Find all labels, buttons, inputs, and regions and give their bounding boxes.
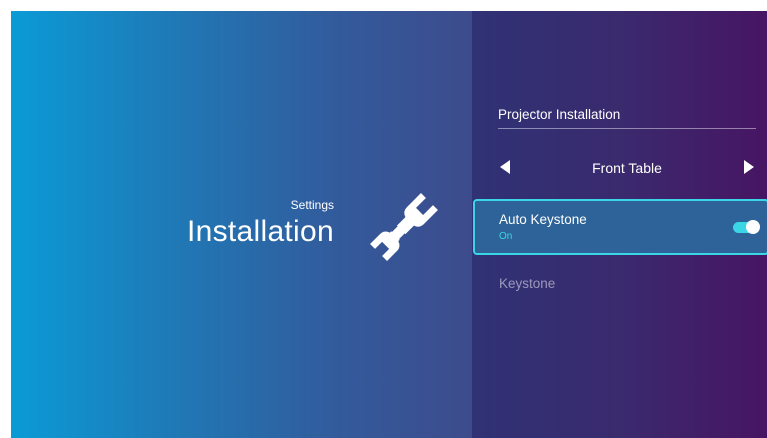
toggle-knob <box>746 220 760 234</box>
selector-value: Front Table <box>592 160 662 176</box>
option-status: On <box>499 231 513 242</box>
option-label: Auto Keystone <box>499 212 587 227</box>
section-caption: Settings <box>290 198 334 212</box>
arrow-right-icon[interactable] <box>744 160 754 174</box>
installation-mode-selector[interactable]: Front Table <box>498 157 756 179</box>
wrench-icon <box>370 193 438 261</box>
auto-keystone-toggle[interactable] <box>733 220 760 234</box>
menu-header: Projector Installation <box>498 107 756 129</box>
auto-keystone-option[interactable]: Auto Keystone On <box>473 199 767 255</box>
keystone-item: Keystone <box>499 276 556 291</box>
settings-screen: Settings Installation Projector Installa… <box>11 11 767 438</box>
page-title: Installation <box>186 215 334 248</box>
section-header-panel: Settings Installation <box>11 11 472 438</box>
